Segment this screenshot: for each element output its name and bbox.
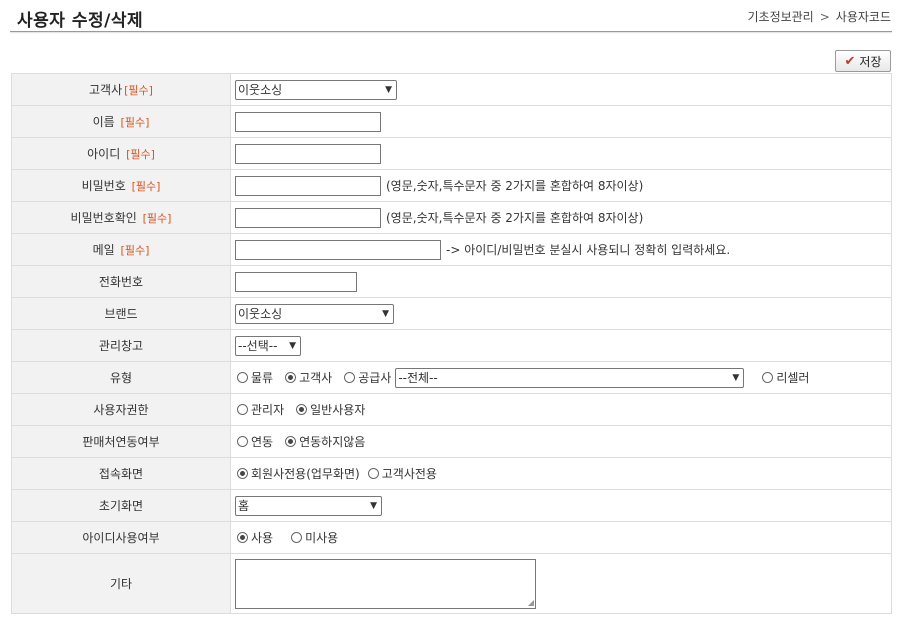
user-id-input[interactable] [235,143,381,164]
type-radio-reseller[interactable]: 리셀러 [762,369,809,386]
row-warehouse: 관리창고 --선택-- ▼ [11,329,892,362]
radio-icon [237,372,248,383]
row-brand: 브랜드 이웃소싱 ▼ [11,297,892,330]
warehouse-select[interactable]: --선택-- ▼ [235,335,301,356]
radio-icon [762,372,774,383]
label-email: 메일 [필수] [11,233,231,266]
label-password: 비밀번호 [필수] [11,169,231,202]
etc-textarea[interactable]: ◢ [235,558,536,609]
type-radio-logistics[interactable]: 물류 [237,369,273,386]
radio-icon [291,532,303,543]
required-tag: [필수] [142,212,172,225]
label-id-usage: 아이디사용여부 [11,521,231,554]
label-password-confirm: 비밀번호확인 [필수] [11,201,231,234]
breadcrumb: 기초정보관리 > 사용자코드 [747,8,891,25]
supplier-select[interactable]: --전체-- ▼ [395,367,745,388]
radio-checked-icon [237,532,248,543]
email-input[interactable] [235,239,441,260]
password-confirm-input[interactable] [235,207,381,228]
radio-icon [237,404,248,415]
required-tag: [필수] [124,84,153,97]
row-password-confirm: 비밀번호확인 [필수] (영문,숫자,특수문자 중 2가지를 혼합하여 8자이상… [11,201,892,234]
required-tag: [필수] [131,180,161,193]
label-type: 유형 [11,361,231,394]
radio-icon [367,468,379,479]
user-edit-form: 고객사 [필수] 이웃소싱 ▼ 이름 [필수] 아이디 [필수] 비밀번호 [필수]… [11,73,892,614]
permission-radio-admin[interactable]: 관리자 [237,401,284,418]
phone-input[interactable] [235,271,357,292]
email-hint: -> 아이디/비밀번호 분실시 사용되니 정확히 입력하세요. [446,243,731,257]
chevron-down-icon: ▼ [385,84,392,95]
label-phone: 전화번호 [11,265,231,298]
radio-checked-icon [237,468,248,479]
seller-link-radio-link[interactable]: 연동 [237,433,273,450]
breadcrumb-separator: > [819,10,830,24]
type-radio-customer[interactable]: 고객사 [285,369,332,386]
row-phone: 전화번호 [11,265,892,298]
row-email: 메일 [필수] -> 아이디/비밀번호 분실시 사용되니 정확히 입력하세요. [11,233,892,266]
required-tag: [필수] [120,244,150,257]
required-tag: [필수] [120,116,150,129]
radio-checked-icon [285,372,297,383]
chevron-down-icon: ▼ [289,340,296,351]
access-screen-radio-member[interactable]: 회원사전용(업무화면) [237,465,360,482]
row-type: 유형 물류 고객사 공급사 --전체-- ▼ 리셀러 [11,361,892,394]
label-user-id: 아이디 [필수] [11,137,231,170]
save-button-label: 저장 [859,54,882,69]
row-etc: 기타 ◢ [11,553,892,614]
resize-grip-icon[interactable]: ◢ [528,598,534,607]
row-name: 이름 [필수] [11,105,892,138]
row-permission: 사용자권한 관리자 일반사용자 [11,393,892,426]
radio-checked-icon [285,436,297,447]
id-usage-radio-unused[interactable]: 미사용 [291,529,338,546]
label-access-screen: 접속화면 [11,457,231,490]
row-password: 비밀번호 [필수] (영문,숫자,특수문자 중 2가지를 혼합하여 8자이상) [11,169,892,202]
required-tag: [필수] [126,148,155,161]
seller-link-radio-no-link[interactable]: 연동하지않음 [285,433,365,450]
row-access-screen: 접속화면 회원사전용(업무화면) 고객사전용 [11,457,892,490]
label-initial-screen: 초기화면 [11,489,231,522]
chevron-down-icon: ▼ [382,308,389,319]
label-seller-link: 판매처연동여부 [11,425,231,458]
password-hint: (영문,숫자,특수문자 중 2가지를 혼합하여 8자이상) [386,179,644,193]
header-divider [10,31,892,32]
breadcrumb-item-basic-info[interactable]: 기초정보관리 [747,10,813,24]
label-brand: 브랜드 [11,297,231,330]
label-customer: 고객사 [필수] [11,73,231,106]
id-usage-radio-use[interactable]: 사용 [237,529,273,546]
check-icon: ✔ [844,53,856,69]
page-title: 사용자 수정/삭제 [17,11,144,31]
permission-radio-general[interactable]: 일반사용자 [296,401,365,418]
page-header: 사용자 수정/삭제 기초정보관리 > 사용자코드 [0,0,903,32]
radio-icon [344,372,356,383]
brand-select[interactable]: 이웃소싱 ▼ [235,303,394,324]
label-etc: 기타 [11,553,231,614]
row-id-usage: 아이디사용여부 사용 미사용 [11,521,892,554]
password-input[interactable] [235,175,381,196]
radio-checked-icon [296,404,308,415]
row-initial-screen: 초기화면 홈 ▼ [11,489,892,522]
row-customer: 고객사 [필수] 이웃소싱 ▼ [11,73,892,106]
chevron-down-icon: ▼ [370,500,377,511]
label-permission: 사용자권한 [11,393,231,426]
access-screen-radio-customer[interactable]: 고객사전용 [367,465,437,482]
chevron-down-icon: ▼ [732,372,740,383]
row-user-id: 아이디 [필수] [11,137,892,170]
row-seller-link: 판매처연동여부 연동 연동하지않음 [11,425,892,458]
label-warehouse: 관리창고 [11,329,231,362]
type-radio-supplier[interactable]: 공급사 [344,369,391,386]
name-input[interactable] [235,111,381,132]
save-button[interactable]: ✔ 저장 [835,50,891,72]
radio-icon [237,436,248,447]
label-name: 이름 [필수] [11,105,231,138]
password-confirm-hint: (영문,숫자,특수문자 중 2가지를 혼합하여 8자이상) [386,211,644,225]
breadcrumb-item-user-code[interactable]: 사용자코드 [836,10,891,24]
initial-screen-select[interactable]: 홈 ▼ [235,495,382,516]
customer-select[interactable]: 이웃소싱 ▼ [235,79,397,100]
